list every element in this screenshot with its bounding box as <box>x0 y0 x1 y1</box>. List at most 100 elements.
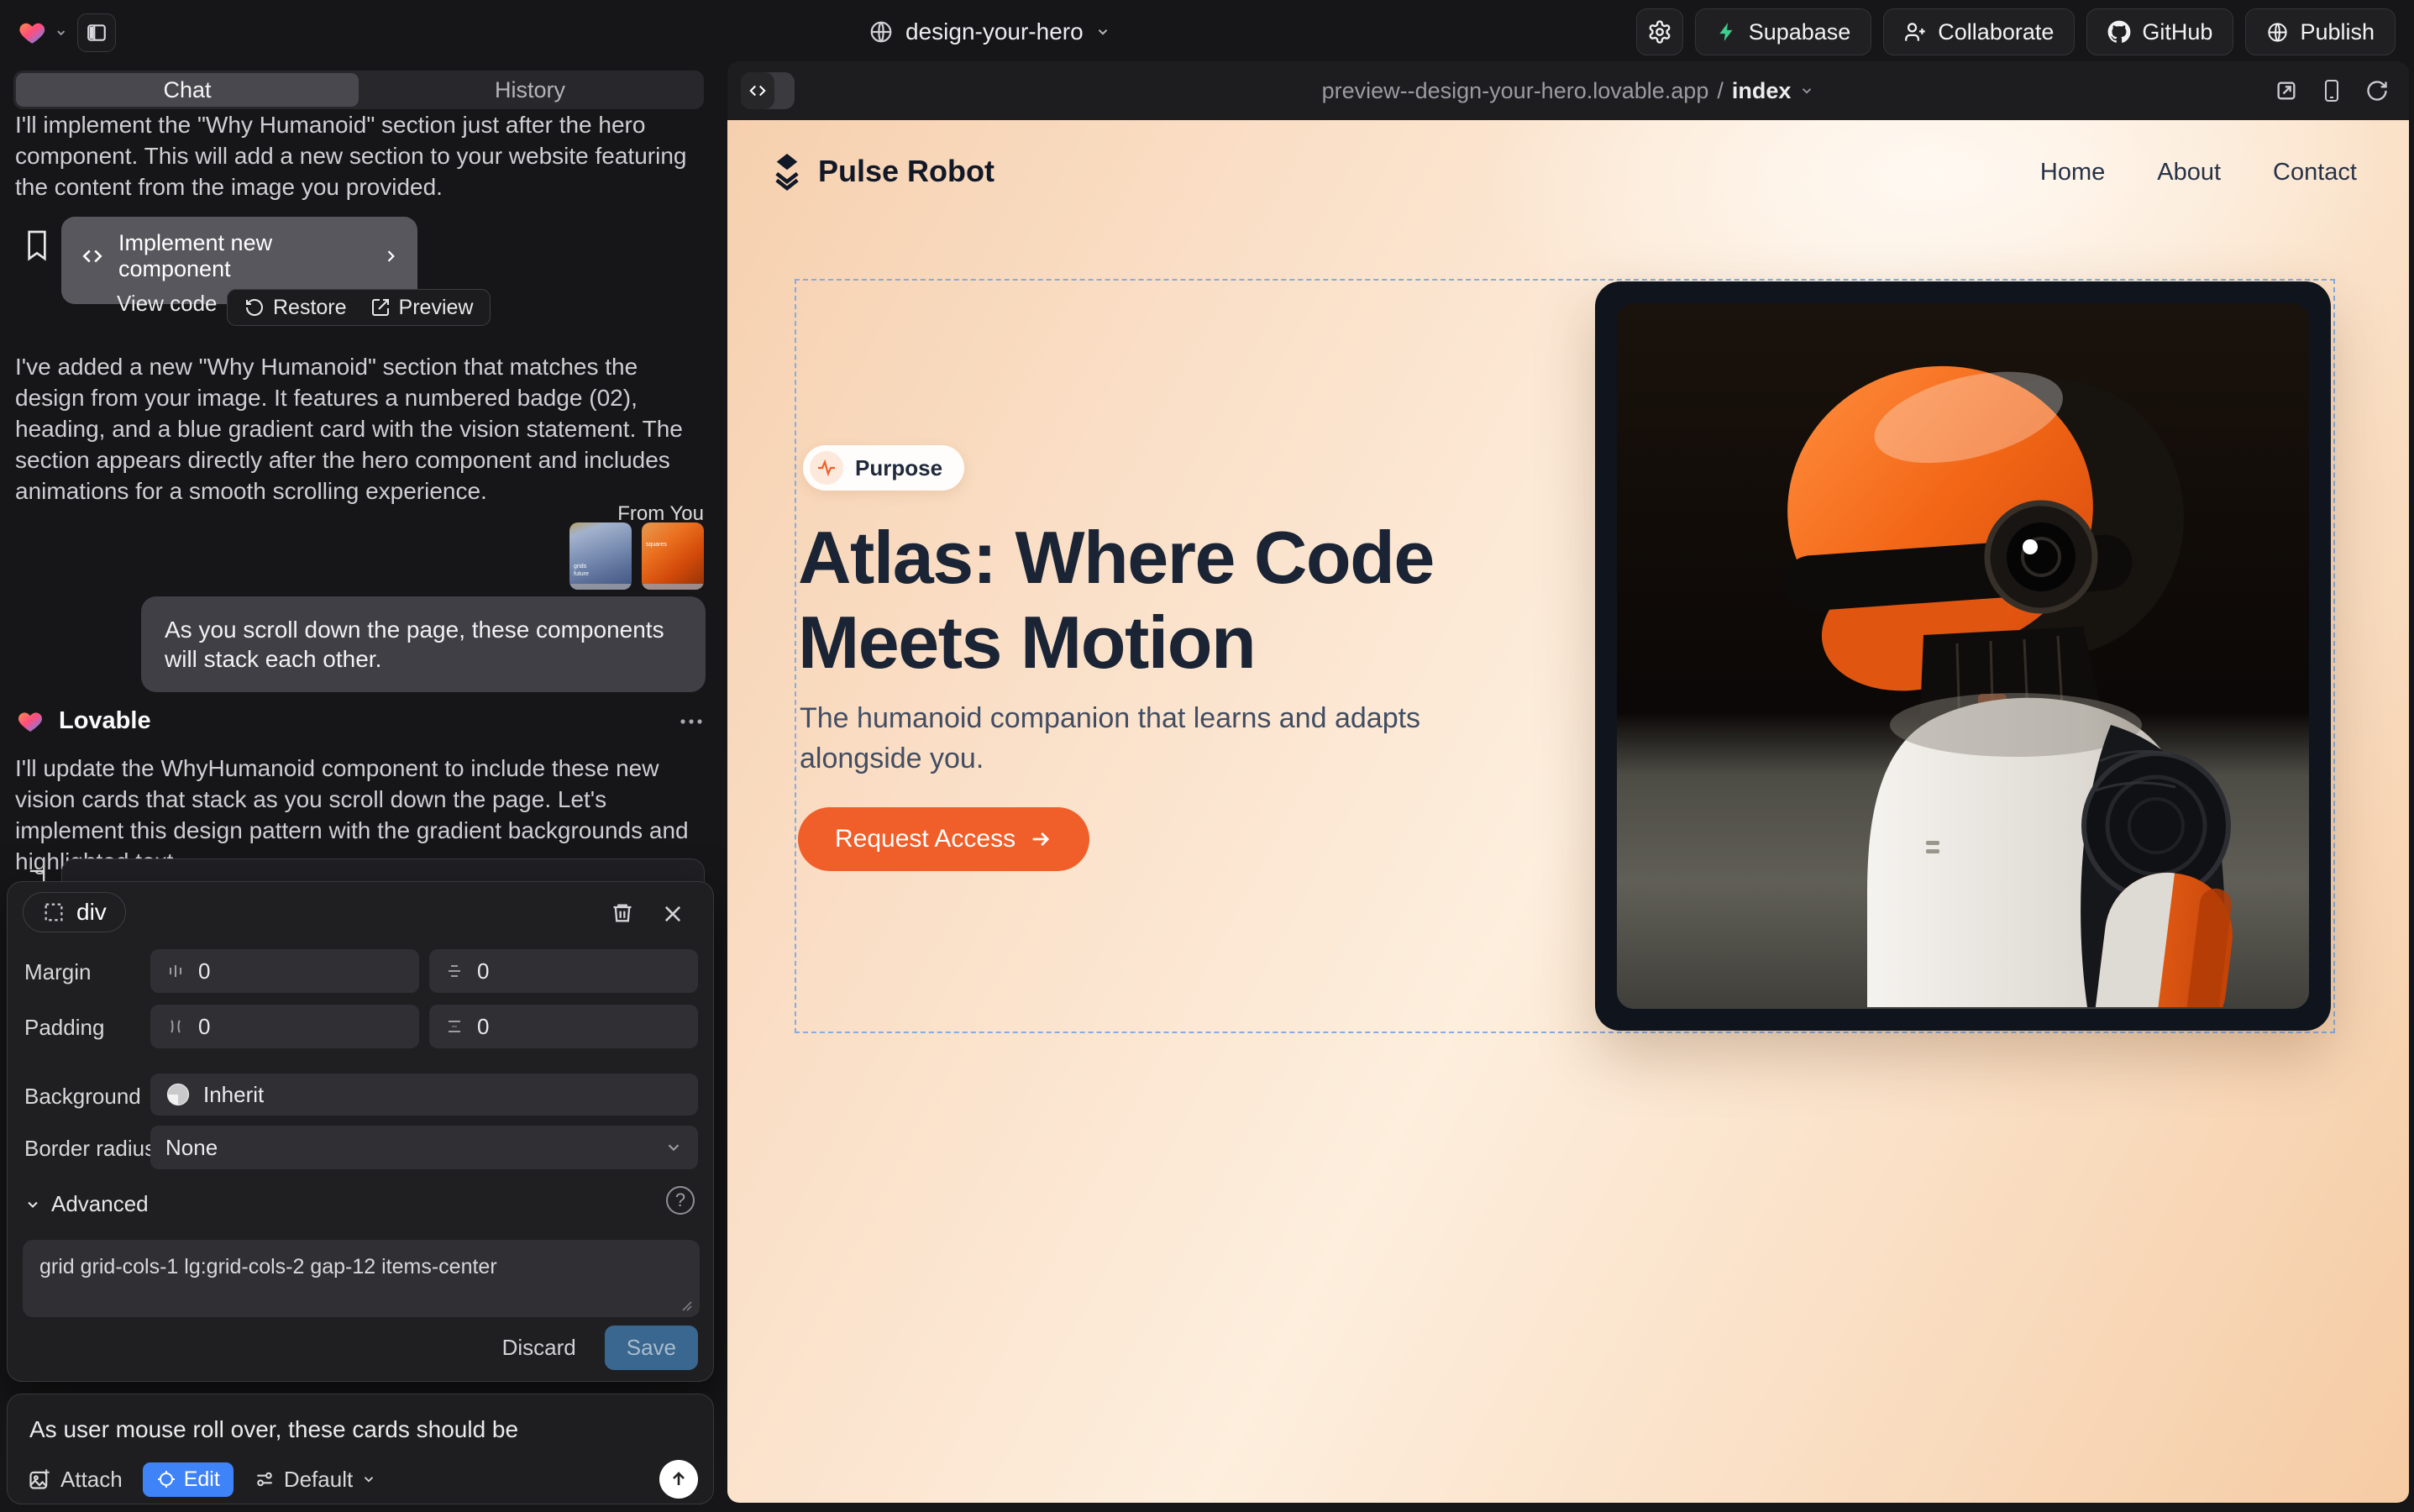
assistant-message-2: I've added a new "Why Humanoid" section … <box>15 351 699 507</box>
refresh-icon[interactable] <box>2365 79 2389 102</box>
padding-x-input[interactable]: 0 <box>150 1005 419 1048</box>
purpose-badge: Purpose <box>803 445 964 491</box>
restore-button[interactable]: Restore <box>244 296 347 320</box>
mode-select[interactable]: Default <box>254 1467 376 1493</box>
chevron-down-icon <box>1095 24 1110 39</box>
chat-composer[interactable]: As user mouse roll over, these cards sho… <box>7 1394 714 1504</box>
user-message-bubble: As you scroll down the page, these compo… <box>141 596 706 692</box>
gear-icon <box>1647 19 1672 45</box>
background-input[interactable]: Inherit <box>150 1074 698 1116</box>
advanced-help-button[interactable]: ? <box>666 1186 695 1215</box>
site-canvas: Pulse Robot Home About Contact Purpose A… <box>727 120 2409 1503</box>
composer-input[interactable]: As user mouse roll over, these cards sho… <box>29 1416 518 1443</box>
hero-subheading: The humanoid companion that learns and a… <box>800 698 1421 779</box>
chevron-down-icon <box>1799 83 1814 98</box>
advanced-section-toggle[interactable]: Advanced <box>24 1191 149 1217</box>
border-radius-select[interactable]: None <box>150 1126 698 1169</box>
resize-handle-icon[interactable] <box>680 1299 693 1312</box>
top-bar-actions: Supabase Collaborate GitHub Publish <box>1636 8 2396 55</box>
open-in-new-tab-icon[interactable] <box>2275 79 2298 102</box>
site-brand[interactable]: Pulse Robot <box>769 152 994 191</box>
pulse-icon <box>810 451 843 485</box>
margin-x-icon <box>165 961 186 981</box>
chevron-down-icon <box>55 26 67 39</box>
tab-chat[interactable]: Chat <box>16 73 359 107</box>
hero-image-card <box>1595 281 2331 1031</box>
edit-mode-button[interactable]: Edit <box>143 1462 234 1497</box>
chat-history-tabs: Chat History <box>13 71 704 109</box>
preview-button[interactable]: Preview <box>370 296 474 320</box>
request-access-button[interactable]: Request Access <box>798 807 1089 871</box>
mobile-view-icon[interactable] <box>2322 78 2342 103</box>
user-plus-icon <box>1904 21 1927 44</box>
discard-button[interactable]: Discard <box>502 1335 576 1361</box>
preview-url-separator: / <box>1717 78 1724 104</box>
trash-icon <box>611 900 634 926</box>
collaborate-button[interactable]: Collaborate <box>1883 8 2075 55</box>
padding-x-icon <box>165 1016 186 1037</box>
more-options-icon[interactable] <box>679 717 704 726</box>
attachment-thumbnail-orange[interactable]: squares <box>642 522 704 590</box>
sliders-icon <box>254 1468 276 1490</box>
project-name: design-your-hero <box>905 18 1084 45</box>
preview-url-page: index <box>1732 78 1792 104</box>
save-button[interactable]: Save <box>605 1326 698 1370</box>
preview-url-host: preview--design-your-hero.lovable.app <box>1322 78 1709 104</box>
close-icon <box>661 902 685 926</box>
dashed-box-icon <box>42 900 66 924</box>
project-switcher[interactable]: design-your-hero <box>869 15 1110 49</box>
margin-label: Margin <box>24 959 91 985</box>
margin-x-input[interactable]: 0 <box>150 949 419 993</box>
crosshair-icon <box>156 1469 176 1489</box>
delete-element-button[interactable] <box>611 900 634 926</box>
background-label: Background <box>24 1084 141 1110</box>
attachment-thumbnail-blue[interactable]: gridsfuture <box>569 522 632 590</box>
tool-card-title: Implement new component <box>118 230 369 282</box>
selected-element-chip[interactable]: div <box>23 892 126 932</box>
close-inspector-button[interactable] <box>661 902 685 926</box>
bookmark-icon[interactable] <box>24 228 50 262</box>
publish-button[interactable]: Publish <box>2245 8 2396 55</box>
padding-label: Padding <box>24 1015 104 1041</box>
settings-button[interactable] <box>1636 8 1683 55</box>
classes-textarea[interactable]: grid grid-cols-1 lg:grid-cols-2 gap-12 i… <box>23 1240 700 1317</box>
nav-contact[interactable]: Contact <box>2273 159 2357 186</box>
github-icon <box>2107 20 2131 44</box>
arrow-right-icon <box>1029 827 1052 851</box>
attach-image-icon <box>28 1467 51 1491</box>
margin-y-icon <box>444 961 464 981</box>
transparency-swatch-icon <box>165 1082 191 1107</box>
padding-y-icon <box>444 1016 464 1037</box>
preview-actions <box>2275 61 2389 120</box>
github-button[interactable]: GitHub <box>2086 8 2233 55</box>
chevron-down-icon <box>24 1196 41 1213</box>
chevron-right-icon <box>382 248 399 265</box>
restore-icon <box>244 297 265 318</box>
supabase-button[interactable]: Supabase <box>1695 8 1872 55</box>
preview-url-bar[interactable]: preview--design-your-hero.lovable.app / … <box>727 61 2409 120</box>
preview-panel: preview--design-your-hero.lovable.app / … <box>727 61 2409 1503</box>
supabase-icon <box>1716 21 1738 43</box>
inspector-footer: Discard Save <box>502 1326 698 1370</box>
margin-y-input[interactable]: 0 <box>429 949 698 993</box>
attach-button[interactable]: Attach <box>28 1467 123 1493</box>
padding-y-input[interactable]: 0 <box>429 1005 698 1048</box>
composer-toolbar: Attach Edit Default <box>28 1460 698 1499</box>
nav-about[interactable]: About <box>2157 159 2221 186</box>
sidebar-toggle-button[interactable] <box>77 13 116 52</box>
globe-icon <box>2266 21 2289 44</box>
send-button[interactable] <box>659 1460 698 1499</box>
tab-history[interactable]: History <box>359 73 701 107</box>
preview-top-bar: preview--design-your-hero.lovable.app / … <box>727 61 2409 120</box>
chevron-down-icon <box>361 1472 376 1487</box>
top-bar: design-your-hero Supabase Collaborate <box>0 0 2414 64</box>
chevron-down-icon <box>664 1138 683 1157</box>
site-nav: Home About Contact <box>2040 159 2357 186</box>
panel-left-icon <box>86 22 108 44</box>
code-icon <box>80 245 105 267</box>
version-actions: Restore Preview <box>227 289 491 326</box>
nav-home[interactable]: Home <box>2040 159 2105 186</box>
external-link-icon <box>370 297 391 318</box>
arrow-up-icon <box>669 1469 689 1489</box>
lovable-menu-button[interactable] <box>17 17 67 49</box>
